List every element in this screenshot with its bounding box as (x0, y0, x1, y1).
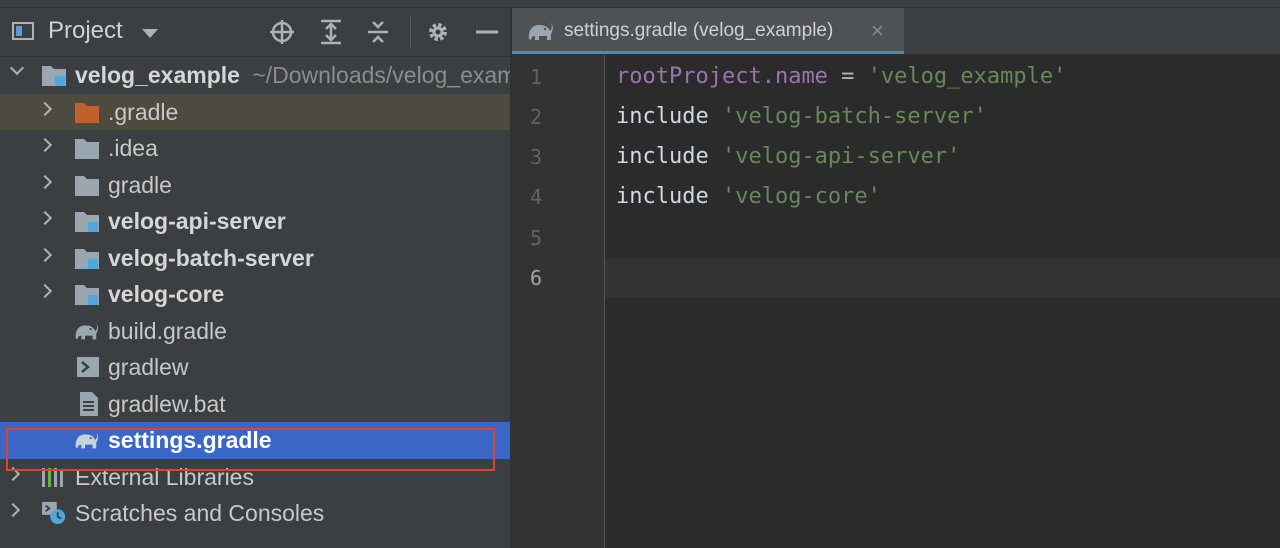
code-string: 'velog-core' (721, 184, 881, 209)
project-panel-header: Project (0, 8, 510, 57)
libraries-icon (42, 467, 63, 487)
tree-item-scratches-and-consoles[interactable]: Scratches and Consoles (0, 495, 510, 532)
scratches-icon (42, 501, 66, 525)
module-folder-icon (75, 285, 99, 305)
project-tool-window: Project velog_example ~/Downloads/velog_… (0, 8, 510, 548)
chevron-right-icon[interactable] (37, 210, 53, 226)
root-project-name: velog_example (75, 62, 240, 88)
module-folder-icon (75, 212, 99, 232)
line-number: 1 (529, 65, 542, 89)
code-line-3: include 'velog-api-server' (616, 144, 960, 169)
text-file-icon (80, 391, 98, 416)
chevron-right-icon[interactable] (37, 174, 53, 189)
tab-title: settings.gradle (velog_example) (564, 20, 834, 41)
module-folder-icon (75, 248, 99, 269)
close-icon[interactable]: × (871, 18, 884, 44)
code-string: 'velog-batch-server' (721, 104, 987, 129)
window-top-strip (0, 0, 1280, 8)
code-keyword: include (616, 184, 709, 209)
code-token: .name (761, 64, 828, 89)
tree-item-dot-idea[interactable]: .idea (0, 130, 510, 167)
tree-root-velog-example[interactable]: velog_example ~/Downloads/velog_example (0, 57, 510, 94)
folder-orange-icon (75, 102, 99, 123)
chevron-right-icon[interactable] (5, 502, 21, 518)
tree-item-velog-batch-server[interactable]: velog-batch-server (0, 240, 510, 277)
line-number-gutter: 1 2 3 4 5 6 (512, 55, 605, 548)
code-string: 'velog_example' (867, 64, 1067, 89)
project-view-title[interactable]: Project (48, 17, 123, 45)
tree-item-label: gradlew (108, 354, 189, 380)
chevron-right-icon[interactable] (37, 101, 53, 116)
tree-item-label: gradlew.bat (108, 390, 226, 417)
current-line-highlight (605, 258, 1280, 298)
tree-item-label: External Libraries (75, 463, 254, 490)
tree-item-gradle[interactable]: gradle (0, 167, 510, 204)
gradle-elephant-icon (75, 323, 98, 339)
tree-item-label: velog-api-server (108, 208, 286, 234)
root-project-path: ~/Downloads/velog_example (252, 62, 510, 88)
minimize-icon[interactable] (474, 19, 500, 45)
chevron-down-icon[interactable] (9, 60, 25, 76)
code-keyword: include (616, 104, 709, 129)
tree-item-build-gradle[interactable]: build.gradle (0, 313, 510, 350)
gradle-elephant-icon (528, 23, 553, 40)
gear-icon[interactable] (425, 19, 451, 45)
tree-item-label: settings.gradle (108, 427, 272, 453)
editor-tab-bar: settings.gradle (velog_example) × (512, 8, 1280, 55)
tree-item-settings-gradle[interactable]: settings.gradle (0, 422, 510, 459)
line-number: 2 (529, 105, 542, 129)
toolbar-separator (410, 16, 411, 48)
chevron-right-icon[interactable] (37, 137, 53, 153)
code-line-2: include 'velog-batch-server' (616, 104, 987, 129)
tree-item-label: gradle (108, 171, 172, 198)
project-view-icon (12, 22, 34, 40)
chevron-right-icon[interactable] (37, 247, 53, 262)
gradle-elephant-icon (75, 432, 98, 449)
tree-item-velog-core[interactable]: velog-core (0, 276, 510, 313)
code-line-4: include 'velog-core' (616, 184, 881, 209)
line-number: 5 (529, 226, 542, 250)
folder-icon (75, 139, 99, 159)
code-line-1: rootProject.name = 'velog_example' (616, 64, 1066, 89)
collapse-all-icon[interactable] (365, 19, 391, 45)
line-number-current: 6 (529, 266, 542, 290)
tree-item-external-libraries[interactable]: External Libraries (0, 459, 510, 496)
shell-script-icon (77, 357, 99, 377)
chevron-down-icon[interactable] (142, 29, 158, 38)
code-token: = (827, 64, 868, 89)
chevron-right-icon[interactable] (37, 283, 53, 299)
tree-item-gradlew[interactable]: gradlew (0, 349, 510, 386)
tree-item-gradlew-bat[interactable]: gradlew.bat (0, 386, 510, 423)
module-folder-icon (42, 66, 66, 86)
tree-item-velog-api-server[interactable]: velog-api-server (0, 203, 510, 240)
chevron-right-icon[interactable] (5, 466, 21, 481)
tree-item-label: .gradle (108, 98, 179, 125)
code-keyword: include (616, 144, 709, 169)
tab-settings-gradle[interactable]: settings.gradle (velog_example) × (512, 8, 904, 54)
locate-target-icon[interactable] (269, 19, 295, 45)
code-token: rootProject (616, 64, 762, 89)
tree-item-dot-gradle[interactable]: .gradle (0, 93, 510, 130)
folder-icon (75, 175, 99, 196)
line-number: 3 (529, 145, 542, 169)
tree-item-label: velog-core (108, 281, 225, 307)
tree-item-label: build.gradle (108, 317, 227, 344)
tree-item-label: Scratches and Consoles (75, 500, 325, 526)
expand-all-icon[interactable] (318, 19, 344, 45)
tree-item-label: velog-batch-server (108, 244, 314, 271)
code-editor[interactable]: 1 2 3 4 5 6 rootProject.name = 'velog_ex… (512, 55, 1280, 548)
code-string: 'velog-api-server' (721, 144, 961, 169)
tree-item-label: .idea (108, 135, 158, 161)
line-number: 4 (529, 185, 542, 209)
